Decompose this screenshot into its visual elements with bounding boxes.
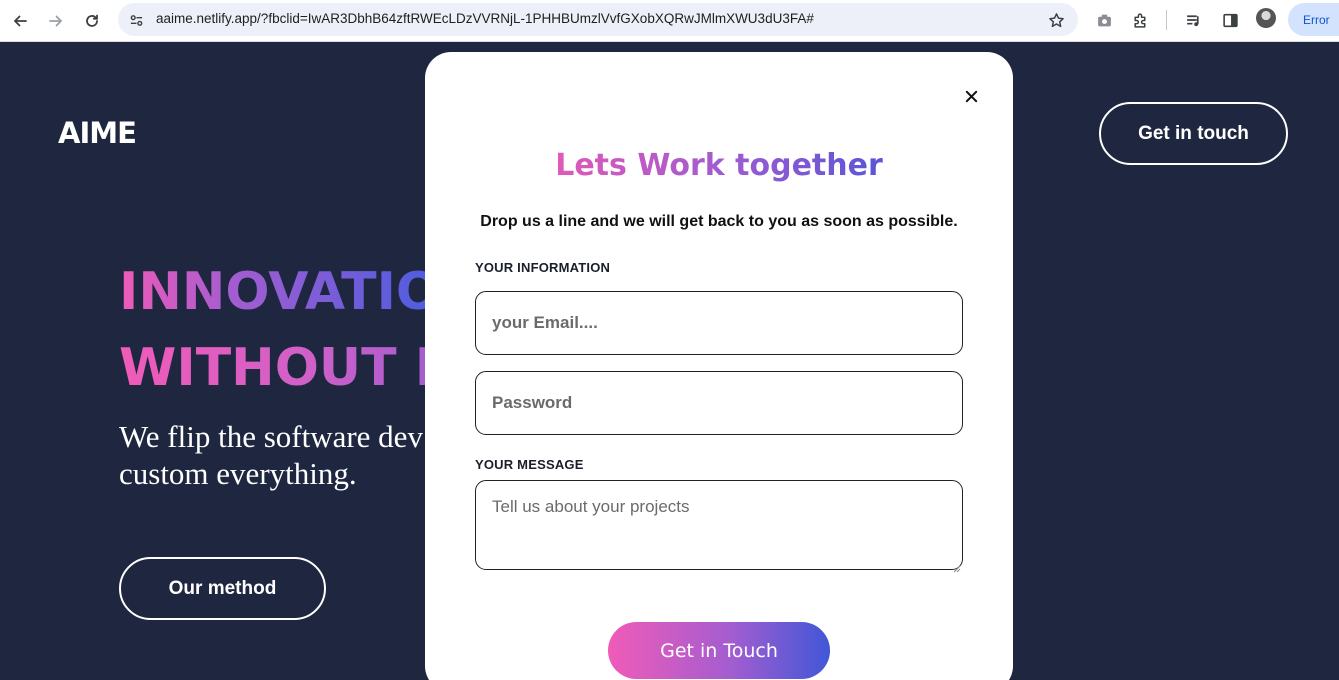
email-field[interactable] bbox=[475, 291, 963, 355]
media-control-icon[interactable] bbox=[1181, 8, 1205, 32]
star-icon[interactable] bbox=[1046, 10, 1066, 30]
hero-heading-line-1: INNOVATIO bbox=[119, 262, 441, 322]
resize-handle-icon[interactable] bbox=[953, 560, 961, 573]
back-arrow-icon[interactable] bbox=[6, 7, 34, 35]
side-panel-icon[interactable] bbox=[1218, 8, 1242, 32]
submit-get-in-touch-button[interactable]: Get in Touch bbox=[608, 622, 830, 679]
profile-error-badge[interactable]: Error bbox=[1288, 3, 1339, 36]
close-icon[interactable] bbox=[959, 84, 983, 108]
puzzle-icon[interactable] bbox=[1128, 8, 1152, 32]
camera-icon[interactable] bbox=[1092, 8, 1116, 32]
modal-subtitle: Drop us a line and we will get back to y… bbox=[480, 213, 958, 230]
browser-toolbar: aaime.netlify.app/?fbclid=IwAR3DbhB64zft… bbox=[0, 0, 1339, 42]
address-bar[interactable]: aaime.netlify.app/?fbclid=IwAR3DbhB64zft… bbox=[118, 3, 1078, 36]
password-field[interactable] bbox=[475, 371, 963, 435]
reload-icon[interactable] bbox=[78, 7, 106, 35]
url-text[interactable]: aaime.netlify.app/?fbclid=IwAR3DbhB64zft… bbox=[156, 11, 814, 26]
your-information-label: YOUR INFORMATION bbox=[475, 260, 611, 275]
message-textarea[interactable] bbox=[475, 480, 963, 570]
toolbar-divider bbox=[1166, 10, 1167, 30]
site-logo[interactable]: AIME bbox=[58, 116, 137, 150]
your-message-label: YOUR MESSAGE bbox=[475, 457, 584, 472]
avatar[interactable] bbox=[1256, 8, 1276, 28]
contact-modal: Lets Work together Drop us a line and we… bbox=[425, 52, 1013, 680]
modal-title-text: Lets Work together bbox=[555, 148, 883, 183]
site-settings-icon[interactable] bbox=[126, 10, 146, 30]
hero-heading-line-2: WITHOUT I bbox=[119, 338, 435, 398]
get-in-touch-button[interactable]: Get in touch bbox=[1099, 102, 1288, 165]
our-method-button[interactable]: Our method bbox=[119, 557, 326, 620]
forward-arrow-icon[interactable] bbox=[42, 7, 70, 35]
modal-title: Lets Work together bbox=[425, 148, 1013, 183]
